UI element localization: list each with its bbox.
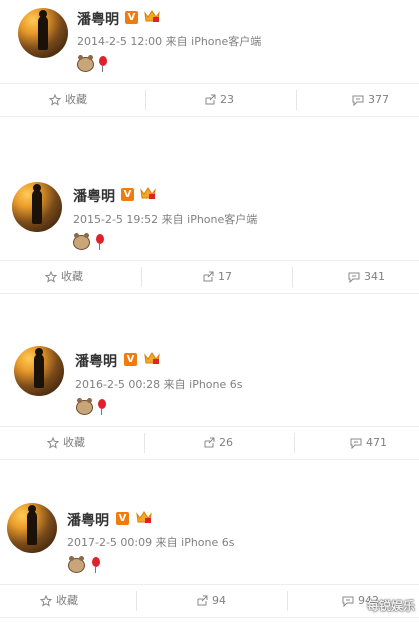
comment-button[interactable]: 471	[350, 427, 387, 459]
from-label: 来自	[163, 378, 186, 391]
repost-count: 26	[219, 436, 233, 449]
divider	[287, 591, 288, 611]
comment-icon	[348, 272, 360, 283]
star-icon	[45, 271, 57, 283]
from-label: 来自	[165, 35, 188, 48]
verified-v-icon: V	[116, 512, 129, 525]
divider	[296, 90, 297, 110]
vip-crown-icon	[144, 10, 160, 22]
comment-icon	[350, 438, 362, 449]
watermark: 每锐娱乐	[366, 599, 415, 613]
divider	[144, 433, 145, 453]
star-icon	[49, 94, 61, 106]
repost-button[interactable]: 17	[202, 261, 232, 293]
repost-icon	[197, 595, 208, 606]
comment-button[interactable]: 341	[348, 261, 385, 293]
avatar[interactable]	[7, 503, 57, 553]
divider	[145, 90, 146, 110]
post-meta: 2014-2-5 12:00 来自 iPhone客户端	[77, 33, 261, 49]
vip-crown-icon	[136, 511, 152, 523]
divider	[294, 433, 295, 453]
from-label: 来自	[161, 213, 184, 226]
comment-count: 471	[366, 436, 387, 449]
collect-label: 收藏	[65, 93, 87, 106]
post-source[interactable]: iPhone客户端	[191, 35, 261, 48]
collect-button[interactable]: 收藏	[49, 84, 87, 116]
post-time[interactable]: 2015-2-5 19:52	[73, 213, 158, 226]
verified-v-icon: V	[124, 353, 137, 366]
repost-icon	[205, 94, 216, 105]
collect-button[interactable]: 收藏	[40, 585, 78, 617]
post-meta: 2015-2-5 19:52 来自 iPhone客户端	[73, 211, 257, 227]
post-meta: 2016-2-5 00:28 来自 iPhone 6s	[75, 376, 243, 392]
repost-icon	[204, 437, 215, 448]
comment-icon	[352, 95, 364, 106]
post-meta: 2017-2-5 00:09 来自 iPhone 6s	[67, 534, 235, 550]
user-name[interactable]: 潘粤明	[77, 9, 119, 29]
comment-count: 377	[368, 93, 389, 106]
balloon-emoji	[96, 234, 104, 250]
repost-icon	[203, 271, 214, 282]
post-actions-bar: 收藏 94 942	[0, 584, 419, 618]
divider	[141, 267, 142, 287]
repost-count: 17	[218, 270, 232, 283]
comment-button[interactable]: 377	[352, 84, 389, 116]
post-time[interactable]: 2016-2-5 00:28	[75, 378, 160, 391]
collect-label: 收藏	[63, 436, 85, 449]
post-actions-bar: 收藏 23 377	[0, 83, 419, 117]
avatar[interactable]	[18, 8, 68, 58]
user-name[interactable]: 潘粤明	[73, 186, 115, 206]
balloon-emoji	[98, 399, 106, 415]
comment-icon	[342, 596, 354, 607]
verified-v-icon: V	[121, 188, 134, 201]
repost-button[interactable]: 26	[203, 427, 233, 459]
balloon-emoji	[99, 56, 107, 72]
divider	[292, 267, 293, 287]
post-source[interactable]: iPhone 6s	[189, 378, 242, 391]
avatar[interactable]	[14, 346, 64, 396]
cow-emoji	[76, 398, 93, 415]
cow-emoji	[77, 55, 94, 72]
comment-count: 341	[364, 270, 385, 283]
verified-v-icon: V	[125, 11, 138, 24]
post-source[interactable]: iPhone客户端	[187, 213, 257, 226]
cow-emoji	[73, 233, 90, 250]
avatar[interactable]	[12, 182, 62, 232]
user-name[interactable]: 潘粤明	[75, 351, 117, 371]
collect-label: 收藏	[61, 270, 83, 283]
from-label: 来自	[155, 536, 178, 549]
post-actions-bar: 收藏 26 471	[0, 426, 419, 460]
collect-label: 收藏	[56, 594, 78, 607]
repost-count: 23	[220, 93, 234, 106]
star-icon	[40, 595, 52, 607]
post-time[interactable]: 2017-2-5 00:09	[67, 536, 152, 549]
collect-button[interactable]: 收藏	[47, 427, 85, 459]
repost-button[interactable]: 23	[204, 84, 234, 116]
collect-button[interactable]: 收藏	[45, 261, 83, 293]
cow-emoji	[68, 556, 85, 573]
post-source[interactable]: iPhone 6s	[181, 536, 234, 549]
post-time[interactable]: 2014-2-5 12:00	[77, 35, 162, 48]
vip-crown-icon	[140, 187, 156, 199]
vip-crown-icon	[144, 352, 160, 364]
repost-button[interactable]: 94	[196, 585, 226, 617]
divider	[136, 591, 137, 611]
balloon-emoji	[92, 557, 100, 573]
user-name[interactable]: 潘粤明	[67, 510, 109, 530]
post-actions-bar: 收藏 17 341	[0, 260, 419, 294]
star-icon	[47, 437, 59, 449]
repost-count: 94	[212, 594, 226, 607]
